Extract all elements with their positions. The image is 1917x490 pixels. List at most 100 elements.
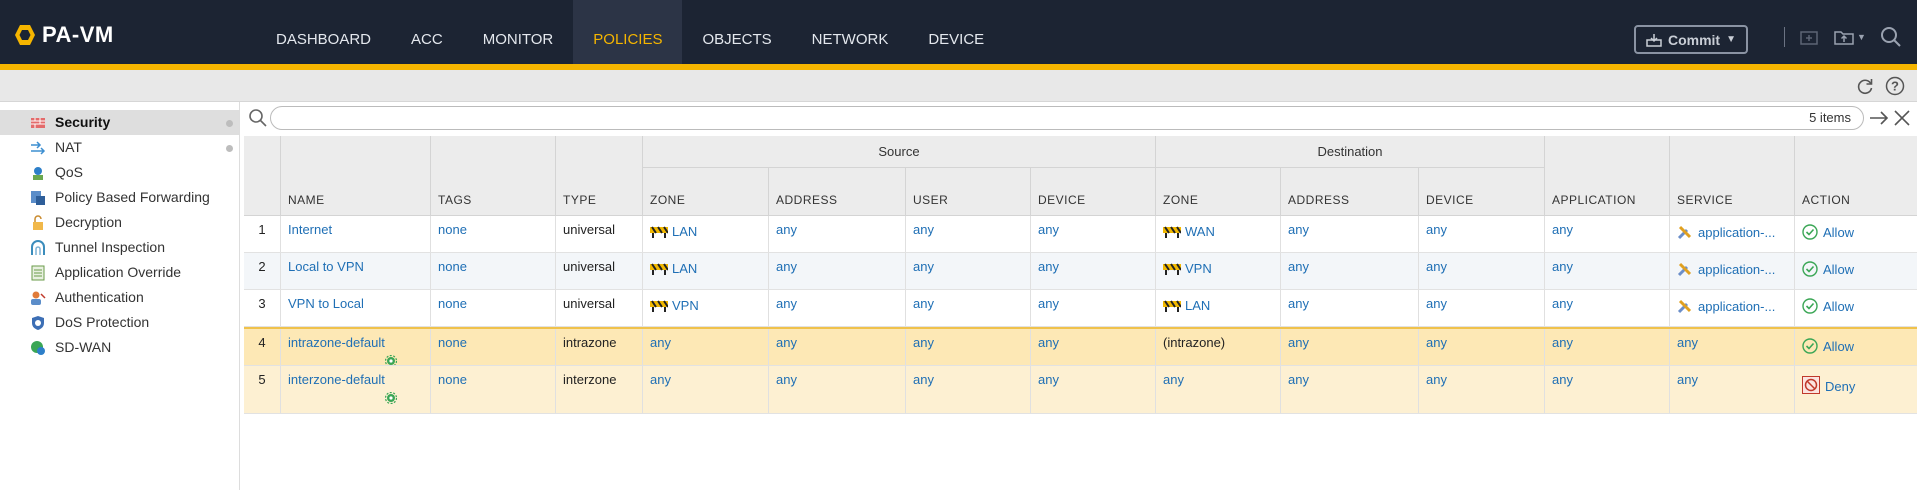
sidebar-item-qos[interactable]: QoS xyxy=(0,160,239,185)
dst-address-cell[interactable]: any xyxy=(1281,329,1419,365)
apply-filter-icon[interactable] xyxy=(1868,108,1890,128)
col-header-dst-address[interactable]: ADDRESS xyxy=(1281,168,1419,216)
sidebar-item-application-override[interactable]: Application Override xyxy=(0,260,239,285)
sidebar-item-dos-protection[interactable]: DoS Protection xyxy=(0,310,239,335)
src-device-cell[interactable]: any xyxy=(1031,253,1156,289)
dst-address-cell[interactable]: any xyxy=(1281,216,1419,252)
action-cell[interactable]: Allow xyxy=(1795,329,1917,365)
col-header-tags[interactable]: TAGS xyxy=(431,136,556,216)
service-cell[interactable]: application-... xyxy=(1670,290,1795,326)
src-address-cell[interactable]: any xyxy=(769,290,906,326)
action-cell[interactable]: Allow xyxy=(1795,216,1917,252)
sidebar-item-security[interactable]: Security xyxy=(0,110,239,135)
sidebar-item-sd-wan[interactable]: SD-WAN xyxy=(0,335,239,360)
application-cell[interactable]: any xyxy=(1545,253,1670,289)
table-row[interactable]: 1 Internet none universal LAN any any an… xyxy=(244,216,1917,253)
src-zone-cell[interactable]: LAN xyxy=(643,253,769,289)
src-zone-cell[interactable]: VPN xyxy=(643,290,769,326)
dst-zone-cell[interactable]: LAN xyxy=(1156,290,1281,326)
col-header-name[interactable]: NAME xyxy=(281,136,431,216)
lock-config-icon[interactable] xyxy=(1799,28,1819,46)
application-cell[interactable]: any xyxy=(1545,290,1670,326)
rule-name-cell[interactable]: intrazone-default xyxy=(281,329,431,365)
nav-device[interactable]: DEVICE xyxy=(908,0,1004,64)
sidebar-item-decryption[interactable]: Decryption xyxy=(0,210,239,235)
src-user-cell[interactable]: any xyxy=(906,253,1031,289)
dst-zone-cell[interactable]: VPN xyxy=(1156,253,1281,289)
service-cell[interactable]: application-... xyxy=(1670,253,1795,289)
nav-monitor[interactable]: MONITOR xyxy=(463,0,574,64)
col-header-dst-device[interactable]: DEVICE xyxy=(1419,168,1545,216)
src-device-cell[interactable]: any xyxy=(1031,290,1156,326)
src-zone-cell[interactable]: any xyxy=(643,329,769,365)
col-header-service[interactable]: SERVICE xyxy=(1670,136,1795,216)
src-address-cell[interactable]: any xyxy=(769,253,906,289)
dst-address-cell[interactable]: any xyxy=(1281,366,1419,413)
dst-address-cell[interactable]: any xyxy=(1281,253,1419,289)
rule-tags[interactable]: none xyxy=(431,216,556,252)
rule-tags[interactable]: none xyxy=(431,253,556,289)
dst-device-cell[interactable]: any xyxy=(1419,366,1545,413)
rule-tags[interactable]: none xyxy=(431,366,556,413)
action-cell[interactable]: Allow xyxy=(1795,290,1917,326)
sidebar-item-authentication[interactable]: Authentication xyxy=(0,285,239,310)
dst-device-cell[interactable]: any xyxy=(1419,253,1545,289)
service-cell[interactable]: application-... xyxy=(1670,216,1795,252)
src-user-cell[interactable]: any xyxy=(906,216,1031,252)
clear-filter-icon[interactable] xyxy=(1892,108,1912,128)
commit-button[interactable]: Commit ▼ xyxy=(1634,25,1748,54)
col-header-dst-zone[interactable]: ZONE xyxy=(1156,168,1281,216)
src-zone-cell[interactable]: any xyxy=(643,366,769,413)
col-header-application[interactable]: APPLICATION xyxy=(1545,136,1670,216)
nav-acc[interactable]: ACC xyxy=(391,0,463,64)
dst-zone-cell[interactable]: any xyxy=(1156,366,1281,413)
service-cell[interactable]: any xyxy=(1670,366,1795,413)
table-row[interactable]: 2 Local to VPN none universal LAN any an… xyxy=(244,253,1917,290)
app-logo[interactable]: PA-VM xyxy=(14,22,114,48)
rule-tags[interactable]: none xyxy=(431,329,556,365)
src-device-cell[interactable]: any xyxy=(1031,216,1156,252)
config-menu[interactable]: ▼ xyxy=(1833,28,1866,46)
filter-input[interactable]: 5 items xyxy=(270,106,1864,130)
col-header-src-device[interactable]: DEVICE xyxy=(1031,168,1156,216)
dst-zone-cell[interactable]: WAN xyxy=(1156,216,1281,252)
help-icon[interactable]: ? xyxy=(1885,76,1905,96)
service-cell[interactable]: any xyxy=(1670,329,1795,365)
col-header-action[interactable]: ACTION xyxy=(1795,136,1917,216)
src-user-cell[interactable]: any xyxy=(906,329,1031,365)
col-header-src-address[interactable]: ADDRESS xyxy=(769,168,906,216)
table-row[interactable]: 5 interzone-default none interzone any a… xyxy=(244,366,1917,414)
dst-device-cell[interactable]: any xyxy=(1419,216,1545,252)
dst-address-cell[interactable]: any xyxy=(1281,290,1419,326)
src-address-cell[interactable]: any xyxy=(769,216,906,252)
rule-name[interactable]: Internet xyxy=(281,216,431,252)
rule-name-cell[interactable]: interzone-default xyxy=(281,366,431,413)
table-row[interactable]: 3 VPN to Local none universal VPN any an… xyxy=(244,290,1917,327)
col-header-src-zone[interactable]: ZONE xyxy=(643,168,769,216)
action-cell[interactable]: Deny xyxy=(1795,366,1917,413)
dst-device-cell[interactable]: any xyxy=(1419,290,1545,326)
refresh-icon[interactable] xyxy=(1855,76,1875,96)
sidebar-item-policy-based-forwarding[interactable]: Policy Based Forwarding xyxy=(0,185,239,210)
col-header-src-user[interactable]: USER xyxy=(906,168,1031,216)
sidebar-item-nat[interactable]: NAT xyxy=(0,135,239,160)
src-device-cell[interactable]: any xyxy=(1031,329,1156,365)
filter-search-icon[interactable] xyxy=(248,108,268,128)
src-address-cell[interactable]: any xyxy=(769,329,906,365)
action-cell[interactable]: Allow xyxy=(1795,253,1917,289)
rule-tags[interactable]: none xyxy=(431,290,556,326)
nav-dashboard[interactable]: DASHBOARD xyxy=(256,0,391,64)
nav-policies[interactable]: POLICIES xyxy=(573,0,683,64)
sidebar-item-tunnel-inspection[interactable]: Tunnel Inspection xyxy=(0,235,239,260)
nav-network[interactable]: NETWORK xyxy=(792,0,909,64)
nav-objects[interactable]: OBJECTS xyxy=(682,0,791,64)
dst-device-cell[interactable]: any xyxy=(1419,329,1545,365)
src-user-cell[interactable]: any xyxy=(906,290,1031,326)
src-device-cell[interactable]: any xyxy=(1031,366,1156,413)
search-icon[interactable] xyxy=(1880,26,1902,48)
rule-name[interactable]: VPN to Local xyxy=(281,290,431,326)
src-zone-cell[interactable]: LAN xyxy=(643,216,769,252)
application-cell[interactable]: any xyxy=(1545,329,1670,365)
src-address-cell[interactable]: any xyxy=(769,366,906,413)
application-cell[interactable]: any xyxy=(1545,366,1670,413)
